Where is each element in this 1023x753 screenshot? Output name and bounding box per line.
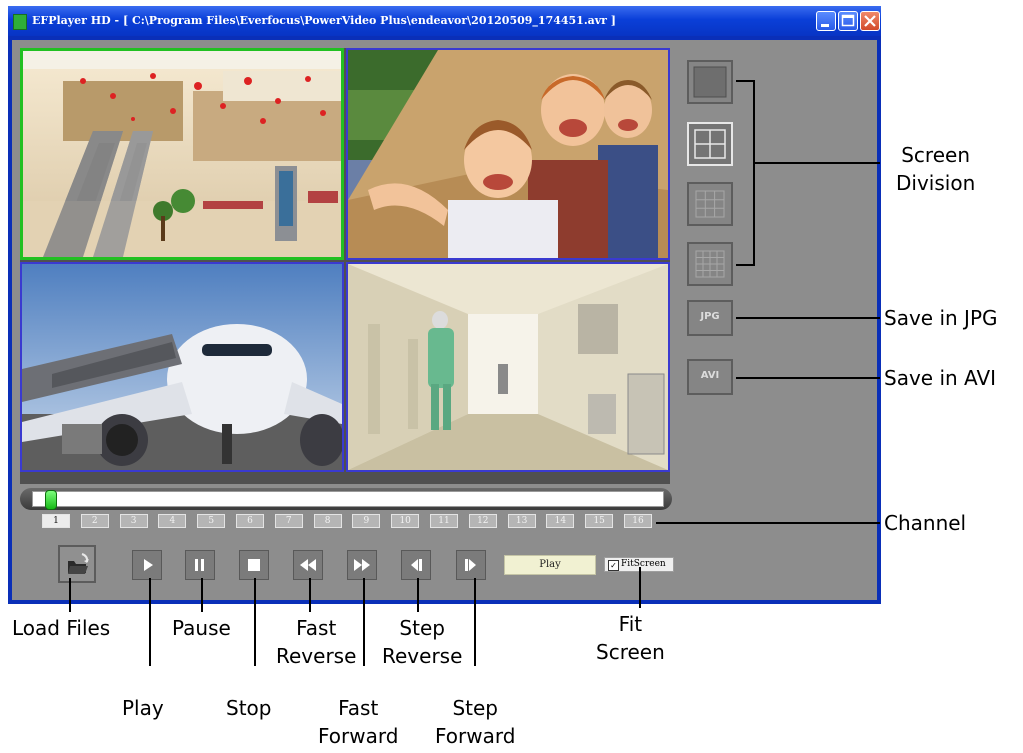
seek-thumb[interactable] (44, 490, 57, 510)
channel-button-5[interactable]: 5 (197, 514, 226, 528)
channel-button-9[interactable]: 9 (352, 514, 381, 528)
video-pane-3[interactable] (20, 262, 344, 472)
hospital-scene-image (348, 264, 668, 470)
callout-fast-forward-line2: Forward (318, 724, 399, 748)
channel-button-7[interactable]: 7 (274, 514, 303, 528)
video-pane-2[interactable] (346, 48, 670, 260)
callout-fast-reverse: Fast Reverse (276, 614, 356, 670)
callout-step-forward: Step Forward (435, 694, 515, 750)
channel-button-10[interactable]: 10 (391, 514, 420, 528)
app-window: EFPlayer HD - [ C:\Program Files\Everfoc… (8, 6, 881, 604)
callout-fast-reverse-line2: Reverse (276, 644, 357, 668)
load-files-button[interactable] (58, 545, 96, 583)
step-reverse-button[interactable] (401, 550, 431, 580)
maximize-button[interactable] (838, 11, 858, 31)
callout-screen-division: Screen Division (896, 141, 975, 197)
fast-reverse-button[interactable] (293, 550, 323, 580)
save-jpg-button[interactable]: JPG (687, 300, 733, 336)
callout-screen-division-line2: Division (896, 171, 976, 195)
airplane-scene-image (22, 264, 342, 470)
callout-fit-screen-line2: Screen (596, 640, 665, 664)
stop-icon (248, 559, 260, 571)
quad-view-icon (694, 129, 726, 159)
client-area: 1 2 3 4 5 6 7 8 9 10 11 12 13 14 15 16 P… (12, 40, 877, 600)
fast-forward-button[interactable] (347, 550, 377, 580)
video-grid (20, 48, 670, 484)
folder-icon (68, 553, 89, 574)
maximize-icon (841, 14, 855, 27)
fit-screen-label: FitScreen (621, 559, 666, 569)
video-pane-1[interactable] (20, 48, 344, 260)
callout-screen-division-line1: Screen (901, 143, 970, 167)
play-button[interactable] (132, 550, 162, 580)
fast-forward-icon (354, 559, 370, 571)
channel-button-2[interactable]: 2 (80, 514, 109, 528)
save-jpg-label: JPG (700, 311, 720, 322)
channel-button-13[interactable]: 13 (507, 514, 536, 528)
step-forward-icon (465, 559, 476, 571)
sixteen-view-icon (695, 250, 725, 278)
callout-fit-screen: Fit Screen (596, 610, 665, 666)
close-icon (864, 15, 876, 27)
app-icon (13, 14, 27, 30)
channel-button-6[interactable]: 6 (236, 514, 264, 528)
checkmark-icon[interactable]: ✓ (608, 560, 619, 571)
channel-button-15[interactable]: 15 (585, 514, 614, 528)
quad-view-button[interactable] (687, 122, 733, 166)
save-avi-button[interactable]: AVI (687, 359, 733, 395)
close-button[interactable] (860, 11, 880, 31)
seek-bar[interactable] (20, 488, 672, 510)
channel-button-3[interactable]: 3 (119, 514, 148, 528)
channel-button-8[interactable]: 8 (313, 514, 342, 528)
window-title: EFPlayer HD - [ C:\Program Files\Everfoc… (32, 14, 617, 27)
minimize-button[interactable] (816, 11, 836, 31)
callout-channel: Channel (884, 511, 967, 535)
channel-button-11[interactable]: 11 (430, 514, 458, 528)
callout-step-reverse: Step Reverse (382, 614, 462, 670)
callout-fast-forward: Fast Forward (318, 694, 398, 750)
nine-view-button[interactable] (687, 182, 733, 226)
play-icon (144, 559, 153, 571)
callout-step-reverse-line1: Step (399, 616, 445, 640)
channel-button-1[interactable]: 1 (42, 514, 70, 528)
callout-save-jpg: Save in JPG (884, 306, 998, 330)
callout-step-reverse-line2: Reverse (382, 644, 463, 668)
nine-view-icon (695, 190, 725, 218)
single-view-icon (693, 66, 727, 98)
seek-track[interactable] (32, 491, 664, 507)
pause-button[interactable] (185, 550, 215, 580)
callout-play: Play (122, 696, 164, 720)
channel-button-4[interactable]: 4 (158, 514, 187, 528)
video-pane-4[interactable] (346, 262, 670, 472)
minimize-icon (821, 24, 829, 27)
channel-button-14[interactable]: 14 (546, 514, 575, 528)
callout-save-avi: Save in AVI (884, 366, 997, 390)
channel-button-16[interactable]: 16 (624, 514, 652, 528)
mall-scene-image (23, 51, 341, 257)
step-forward-button[interactable] (456, 550, 486, 580)
callout-step-forward-line2: Forward (435, 724, 516, 748)
callout-step-forward-line1: Step (452, 696, 498, 720)
fast-reverse-icon (300, 559, 316, 571)
children-scene-image (348, 50, 668, 258)
single-view-button[interactable] (687, 60, 733, 104)
pause-icon (195, 559, 204, 571)
callout-fast-reverse-line1: Fast (296, 616, 337, 640)
save-avi-label: AVI (700, 370, 720, 381)
callout-pause: Pause (172, 616, 231, 640)
title-bar[interactable]: EFPlayer HD - [ C:\Program Files\Everfoc… (8, 6, 881, 36)
callout-fast-forward-line1: Fast (338, 696, 379, 720)
callout-stop: Stop (226, 696, 272, 720)
fit-screen-checkbox[interactable]: ✓ FitScreen (604, 557, 674, 572)
stop-button[interactable] (239, 550, 269, 580)
channel-button-12[interactable]: 12 (468, 514, 497, 528)
playback-status: Play (504, 555, 596, 575)
step-reverse-icon (411, 559, 422, 571)
sixteen-view-button[interactable] (687, 242, 733, 286)
callout-fit-screen-line1: Fit (618, 612, 643, 636)
callout-load-files: Load Files (12, 616, 111, 640)
